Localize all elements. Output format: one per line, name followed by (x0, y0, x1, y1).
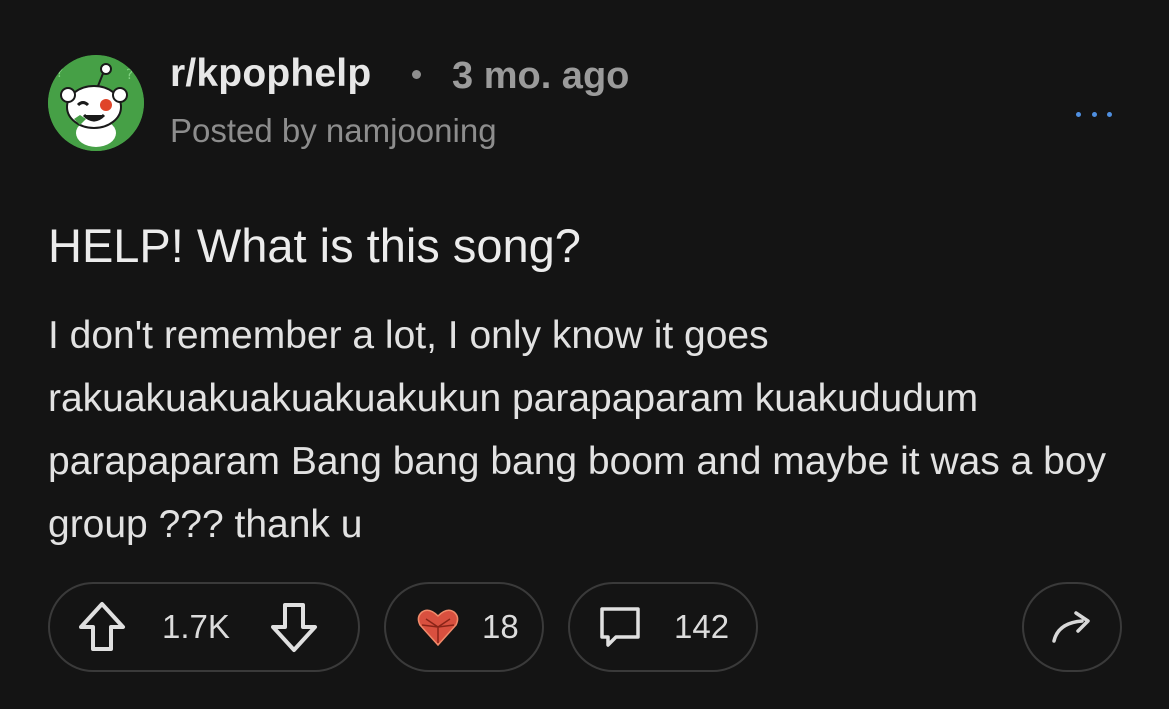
comment-bubble-icon (600, 607, 640, 647)
post-card: ? ? r/kpophelp 3 mo. ago Posted by namjo… (0, 0, 1169, 709)
subreddit-name[interactable]: r/kpophelp (170, 52, 371, 96)
comments-button[interactable]: 142 (568, 582, 758, 672)
subreddit-avatar-icon[interactable]: ? ? (48, 55, 144, 151)
award-button[interactable]: 18 (384, 582, 544, 672)
heart-award-icon (417, 609, 459, 647)
post-title[interactable]: HELP! What is this song? (48, 218, 581, 273)
vote-count: 1.7K (162, 608, 230, 645)
more-dot (1076, 111, 1081, 117)
downvote-arrow-icon (270, 603, 317, 652)
more-dot (1091, 111, 1097, 117)
more-dot (1107, 111, 1112, 117)
post-body: I don't remember a lot, I only know it g… (48, 314, 1107, 546)
upvote-button[interactable] (76, 599, 128, 655)
post-author[interactable]: Posted by namjooning (170, 112, 497, 150)
separator-dot (412, 70, 421, 79)
svg-text:?: ? (126, 67, 133, 83)
share-button[interactable] (1022, 582, 1122, 672)
upvote-arrow-icon (79, 602, 125, 651)
vote-bar: 1.7K (48, 582, 360, 672)
post-timestamp: 3 mo. ago (452, 55, 630, 97)
comment-count: 142 (674, 608, 730, 645)
share-arrow-icon (1052, 611, 1090, 643)
more-options-icon[interactable] (1076, 104, 1112, 124)
svg-text:?: ? (56, 65, 63, 81)
downvote-button[interactable] (268, 599, 320, 655)
award-icon-wrap (416, 607, 460, 647)
award-count: 18 (482, 608, 519, 645)
comment-icon-wrap (598, 605, 642, 649)
